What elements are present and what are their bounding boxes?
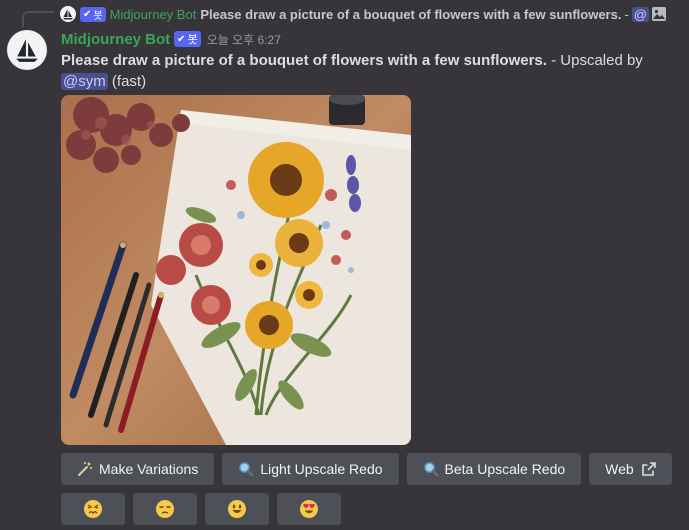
- reply-bot-badge: ✔ 봇: [80, 6, 106, 22]
- upscaled-by-text: - Upscaled by: [546, 52, 643, 69]
- unamused-reaction-button[interactable]: [133, 493, 197, 525]
- action-buttons: Make Variations Light Upscale Redo Beta …: [61, 453, 672, 485]
- confounded-face-icon: [84, 500, 102, 518]
- smiley-reaction-button[interactable]: [205, 493, 269, 525]
- reaction-buttons: [61, 493, 341, 525]
- sailboat-icon: [63, 9, 73, 20]
- beta-upscale-redo-button[interactable]: Beta Upscale Redo: [406, 453, 582, 485]
- make-variations-label: Make Variations: [99, 461, 199, 477]
- smiley-face-icon: [228, 500, 246, 518]
- generated-image[interactable]: [61, 95, 411, 445]
- bouquet-illustration: [61, 95, 411, 445]
- web-button[interactable]: Web: [589, 453, 672, 485]
- heart-eyes-reaction-button[interactable]: [277, 493, 341, 525]
- user-mention[interactable]: @sym: [61, 73, 108, 90]
- reply-bot-badge-label: 봇: [93, 10, 103, 22]
- sunflower-large: [248, 142, 324, 218]
- reply-dash: -: [624, 6, 629, 22]
- bot-badge: ✔ 봇: [174, 31, 201, 47]
- magnifier-icon: [423, 461, 439, 477]
- light-upscale-redo-button[interactable]: Light Upscale Redo: [222, 453, 399, 485]
- unamused-face-icon: [156, 500, 174, 518]
- make-variations-button[interactable]: Make Variations: [61, 453, 215, 485]
- bot-badge-label: 봇: [187, 34, 198, 46]
- message-header: Midjourney Bot ✔ 봇 오늘 오후 6:27: [61, 29, 281, 49]
- reply-preview[interactable]: ✔ 봇 Midjourney Bot Please draw a picture …: [60, 5, 688, 23]
- checkmark-icon: ✔: [177, 33, 186, 45]
- reply-username[interactable]: Midjourney Bot: [110, 7, 197, 22]
- image-icon: [652, 7, 666, 21]
- speed-text: (fast): [107, 73, 147, 90]
- bot-username[interactable]: Midjourney Bot: [61, 31, 170, 48]
- magic-wand-icon: [77, 461, 93, 477]
- reply-text[interactable]: Please draw a picture of a bouquet of fl…: [200, 7, 621, 22]
- heart-eyes-face-icon: [300, 500, 318, 518]
- external-link-icon: [641, 462, 656, 476]
- prompt-text: Please draw a picture of a bouquet of fl…: [61, 52, 547, 69]
- bot-avatar[interactable]: [7, 30, 47, 70]
- timestamp[interactable]: 오늘 오후 6:27: [207, 31, 281, 48]
- sailboat-icon: [16, 39, 38, 62]
- reply-avatar[interactable]: [60, 6, 76, 22]
- web-label: Web: [605, 461, 634, 477]
- message-content: Please draw a picture of a bouquet of fl…: [61, 50, 681, 92]
- beta-upscale-redo-label: Beta Upscale Redo: [444, 461, 566, 477]
- checkmark-icon: ✔: [83, 8, 92, 20]
- reply-mention[interactable]: @: [631, 6, 649, 22]
- light-upscale-redo-label: Light Upscale Redo: [260, 461, 383, 477]
- reply-connector: [22, 11, 54, 27]
- magnifier-icon: [238, 461, 255, 477]
- confounded-reaction-button[interactable]: [61, 493, 125, 525]
